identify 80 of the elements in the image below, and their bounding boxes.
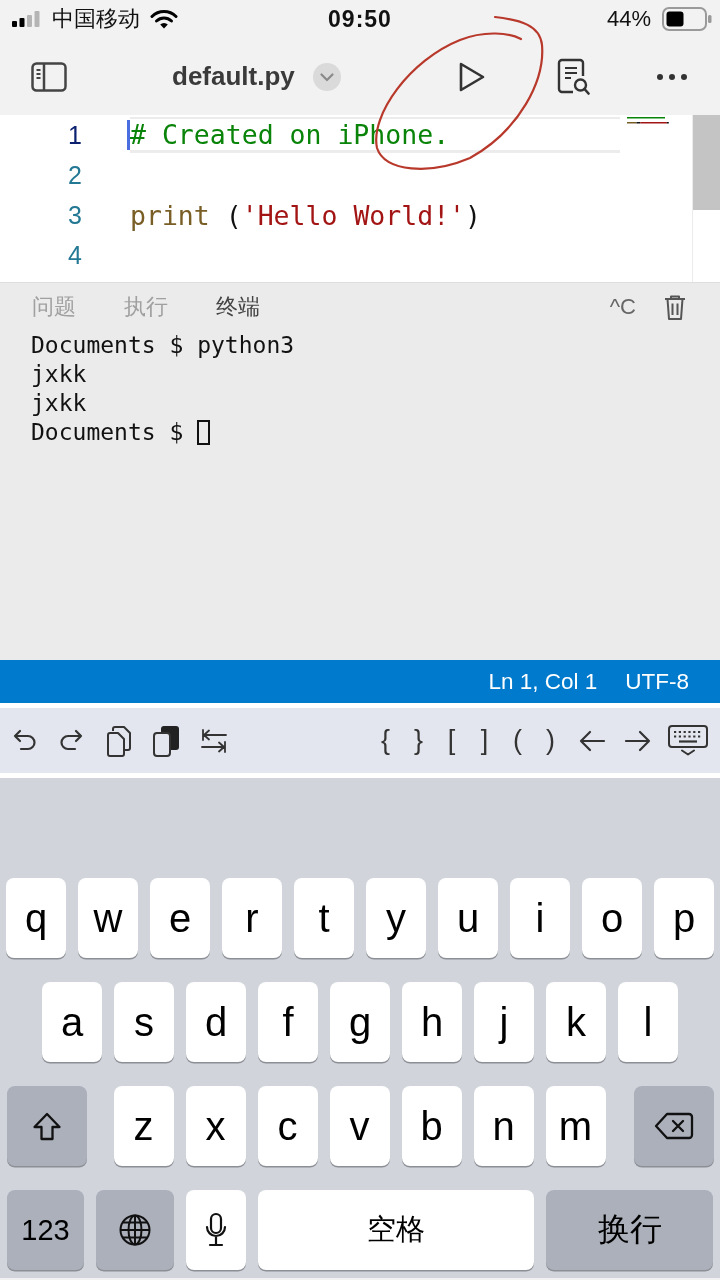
battery-percent: 44% bbox=[606, 6, 651, 32]
clock-time: 09:50 bbox=[328, 5, 392, 33]
line-number: 4 bbox=[67, 240, 82, 270]
terminal-cursor bbox=[197, 420, 211, 445]
letter-key[interactable]: p bbox=[654, 878, 714, 958]
document-search-icon[interactable] bbox=[557, 57, 590, 96]
shift-key[interactable] bbox=[6, 1086, 87, 1166]
letter-key[interactable]: s bbox=[114, 982, 174, 1062]
symbol-key[interactable]: { bbox=[369, 725, 402, 756]
line-number: 1 bbox=[67, 120, 82, 150]
symbol-key[interactable]: ( bbox=[501, 725, 534, 756]
line-number: 3 bbox=[67, 200, 82, 230]
letter-key[interactable]: b bbox=[401, 1086, 462, 1166]
play-icon[interactable] bbox=[458, 60, 486, 93]
letter-key[interactable]: m bbox=[545, 1086, 606, 1166]
letter-key[interactable]: w bbox=[78, 878, 138, 958]
code-line: print ('Hello World!') bbox=[130, 199, 482, 231]
letter-key[interactable]: h bbox=[402, 982, 462, 1062]
line-number: 2 bbox=[67, 160, 82, 190]
letter-key[interactable]: f bbox=[258, 982, 318, 1062]
symbol-key[interactable]: } bbox=[402, 725, 435, 756]
sidebar-icon[interactable] bbox=[31, 61, 67, 92]
battery-icon bbox=[662, 7, 712, 31]
redo-icon[interactable] bbox=[58, 729, 84, 752]
letter-key[interactable]: x bbox=[185, 1086, 246, 1166]
letter-key[interactable]: k bbox=[546, 982, 606, 1062]
letter-key[interactable]: a bbox=[42, 982, 102, 1062]
symbol-key[interactable]: ) bbox=[534, 725, 567, 756]
shift-icon bbox=[31, 1111, 62, 1141]
letter-key[interactable]: z bbox=[113, 1086, 174, 1166]
keyboard-icon[interactable] bbox=[668, 725, 708, 756]
scrollbar-thumb[interactable] bbox=[693, 115, 720, 210]
right-arrow-icon[interactable] bbox=[624, 729, 652, 752]
letter-key[interactable]: q bbox=[6, 878, 66, 958]
microphone-key[interactable] bbox=[186, 1190, 246, 1270]
tab-arrows-icon[interactable] bbox=[200, 727, 228, 754]
letter-key[interactable]: n bbox=[473, 1086, 534, 1166]
terminal-prompt: Documents $ bbox=[31, 418, 184, 447]
letter-key[interactable]: d bbox=[186, 982, 246, 1062]
letter-key[interactable]: i bbox=[510, 878, 570, 958]
letter-key[interactable]: t bbox=[294, 878, 354, 958]
letter-key[interactable]: u bbox=[438, 878, 498, 958]
panel-tab[interactable]: 终端 bbox=[216, 292, 260, 322]
left-arrow-icon[interactable] bbox=[578, 729, 606, 752]
return-key[interactable]: 换行 bbox=[546, 1190, 713, 1270]
chevron-down-icon[interactable] bbox=[312, 62, 341, 91]
carrier-name: 中国移动 bbox=[52, 5, 140, 33]
copy-icon[interactable] bbox=[104, 724, 132, 757]
wifi-icon bbox=[150, 9, 178, 29]
globe-key[interactable] bbox=[96, 1190, 174, 1270]
terminal-line: Documents $ python3 bbox=[31, 331, 296, 360]
cursor-position[interactable]: Ln 1, Col 1 bbox=[488, 668, 598, 695]
letter-key[interactable]: l bbox=[618, 982, 678, 1062]
terminal-line: jxkk bbox=[31, 360, 88, 389]
letter-key[interactable]: c bbox=[257, 1086, 318, 1166]
signal-icon bbox=[12, 11, 40, 27]
terminal-line: jxkk bbox=[31, 389, 88, 418]
letter-key[interactable]: r bbox=[222, 878, 282, 958]
backspace-icon bbox=[653, 1112, 694, 1140]
letter-key[interactable]: e bbox=[150, 878, 210, 958]
delete-key[interactable] bbox=[633, 1086, 714, 1166]
interrupt-button[interactable]: ^C bbox=[609, 294, 636, 320]
file-title[interactable]: default.py bbox=[172, 61, 295, 92]
more-icon[interactable] bbox=[657, 73, 687, 80]
space-key[interactable]: 空格 bbox=[258, 1190, 534, 1270]
paste-icon[interactable] bbox=[152, 724, 180, 757]
undo-icon[interactable] bbox=[12, 729, 38, 752]
letter-key[interactable]: o bbox=[582, 878, 642, 958]
numbers-key[interactable]: 123 bbox=[7, 1190, 84, 1270]
microphone-icon bbox=[204, 1212, 228, 1248]
letter-key[interactable]: g bbox=[330, 982, 390, 1062]
letter-key[interactable]: v bbox=[329, 1086, 390, 1166]
globe-icon bbox=[119, 1214, 151, 1246]
letter-key[interactable]: j bbox=[474, 982, 534, 1062]
symbol-key[interactable]: ] bbox=[468, 725, 501, 756]
symbol-key[interactable]: [ bbox=[435, 725, 468, 756]
trash-icon[interactable] bbox=[663, 293, 687, 321]
letter-key[interactable]: y bbox=[366, 878, 426, 958]
encoding-label[interactable]: UTF-8 bbox=[625, 668, 689, 695]
text-cursor bbox=[127, 120, 130, 150]
